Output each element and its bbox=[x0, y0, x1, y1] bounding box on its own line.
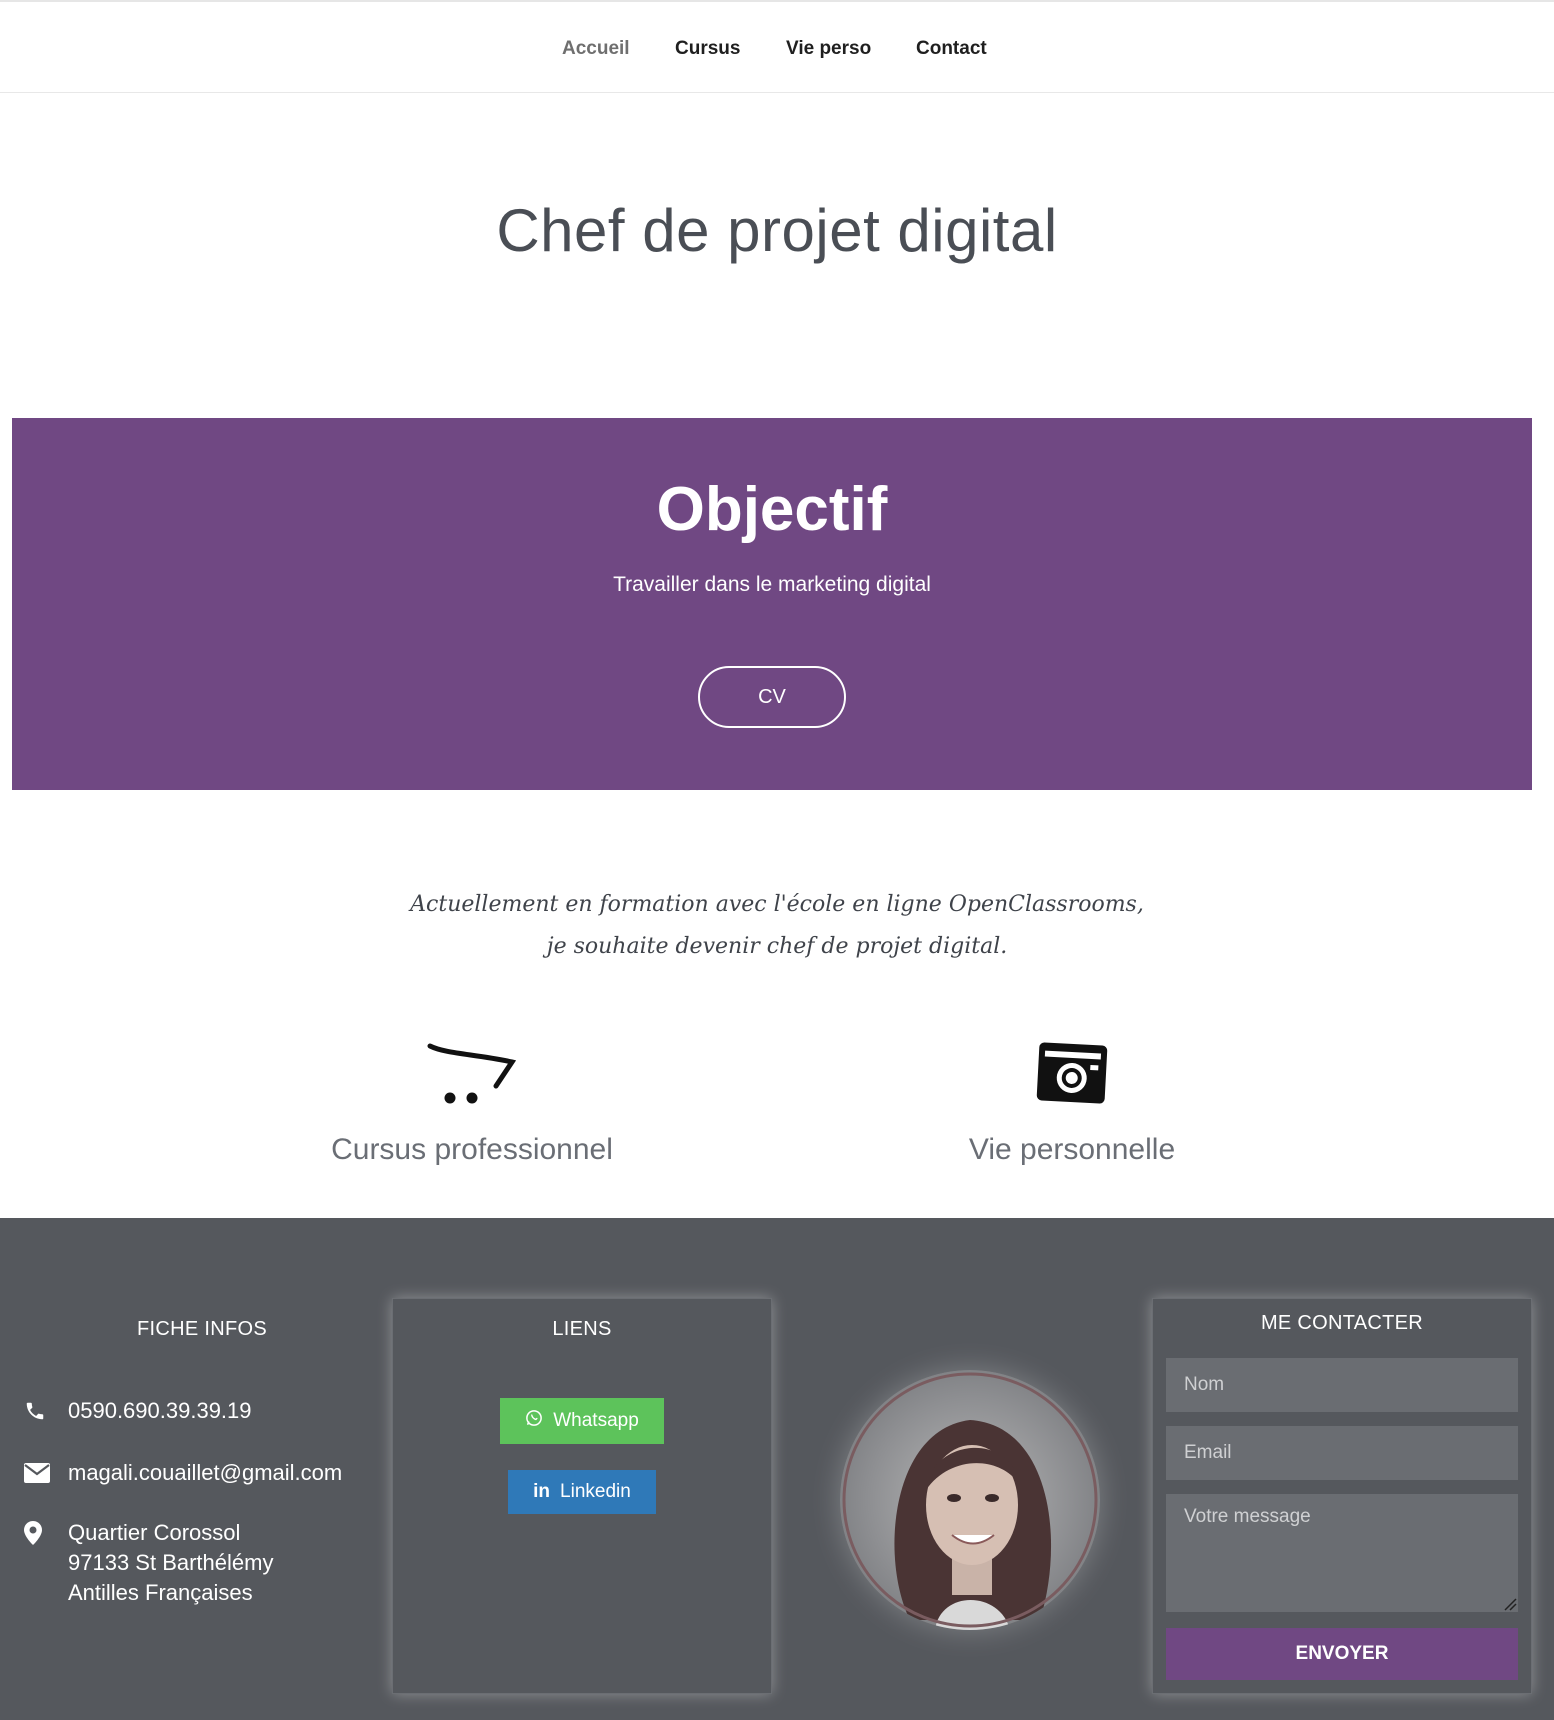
whatsapp-label: Whatsapp bbox=[553, 1410, 639, 1431]
feature-vie-perso[interactable]: Vie personnelle bbox=[872, 1040, 1272, 1167]
feature-cursus-label: Cursus professionnel bbox=[331, 1133, 613, 1166]
whatsapp-button[interactable]: Whatsapp bbox=[500, 1398, 664, 1444]
address-row: Quartier Corossol 97133 St Barthélémy An… bbox=[24, 1518, 273, 1608]
address: Quartier Corossol 97133 St Barthélémy An… bbox=[68, 1518, 273, 1608]
intro-line-2: je souhaite devenir chef de projet digit… bbox=[546, 934, 1008, 959]
top-nav: Accueil Cursus Vie perso Contact bbox=[0, 0, 1554, 93]
intro-text: Actuellement en formation avec l'école e… bbox=[0, 884, 1554, 968]
email-field[interactable] bbox=[1166, 1426, 1518, 1480]
contact-title: ME CONTACTER bbox=[1260, 1312, 1424, 1334]
cv-button[interactable]: CV bbox=[698, 666, 846, 728]
linkedin-icon: in bbox=[533, 1481, 551, 1502]
nav-item-accueil[interactable]: Accueil bbox=[562, 38, 630, 60]
feature-vie-perso-label: Vie personnelle bbox=[968, 1133, 1176, 1166]
map-marker-icon bbox=[24, 1518, 68, 1548]
email-row: magali.couaillet@gmail.com bbox=[24, 1458, 342, 1488]
intro-line-1: Actuellement en formation avec l'école e… bbox=[410, 892, 1144, 917]
liens-title: LIENS bbox=[552, 1318, 612, 1340]
address-line-2: 97133 St Barthélémy bbox=[68, 1550, 274, 1575]
objectif-subtitle: Travailler dans le marketing digital bbox=[613, 573, 931, 596]
shopping-cart-icon bbox=[272, 1040, 672, 1111]
phone-icon bbox=[24, 1396, 68, 1426]
fiche-infos-title: FICHE INFOS bbox=[137, 1318, 267, 1340]
nav-item-contact[interactable]: Contact bbox=[916, 38, 987, 60]
page-title: Chef de projet digital bbox=[496, 197, 1058, 264]
nav-item-cursus[interactable]: Cursus bbox=[675, 38, 740, 60]
envelope-icon bbox=[24, 1458, 68, 1488]
linkedin-label: Linkedin bbox=[560, 1481, 631, 1502]
camera-icon bbox=[872, 1040, 1272, 1111]
objectif-section: Objectif Travailler dans le marketing di… bbox=[12, 418, 1532, 790]
avatar bbox=[840, 1370, 1100, 1630]
nav-item-vie-perso[interactable]: Vie perso bbox=[786, 38, 871, 60]
whatsapp-icon bbox=[525, 1409, 543, 1433]
resize-handle-icon[interactable] bbox=[1503, 1597, 1517, 1611]
phone-number: 0590.690.39.39.19 bbox=[68, 1398, 252, 1423]
name-field[interactable] bbox=[1166, 1358, 1518, 1412]
feature-cursus[interactable]: Cursus professionnel bbox=[272, 1040, 672, 1167]
email-address: magali.couaillet@gmail.com bbox=[68, 1460, 343, 1485]
address-line-1: Quartier Corossol bbox=[68, 1520, 241, 1545]
linkedin-button[interactable]: in Linkedin bbox=[508, 1470, 656, 1514]
send-button[interactable]: ENVOYER bbox=[1166, 1628, 1518, 1680]
objectif-title: Objectif bbox=[656, 475, 888, 544]
message-field[interactable] bbox=[1166, 1494, 1518, 1612]
address-line-3: Antilles Françaises bbox=[68, 1580, 253, 1605]
phone-row: 0590.690.39.39.19 bbox=[24, 1396, 252, 1426]
